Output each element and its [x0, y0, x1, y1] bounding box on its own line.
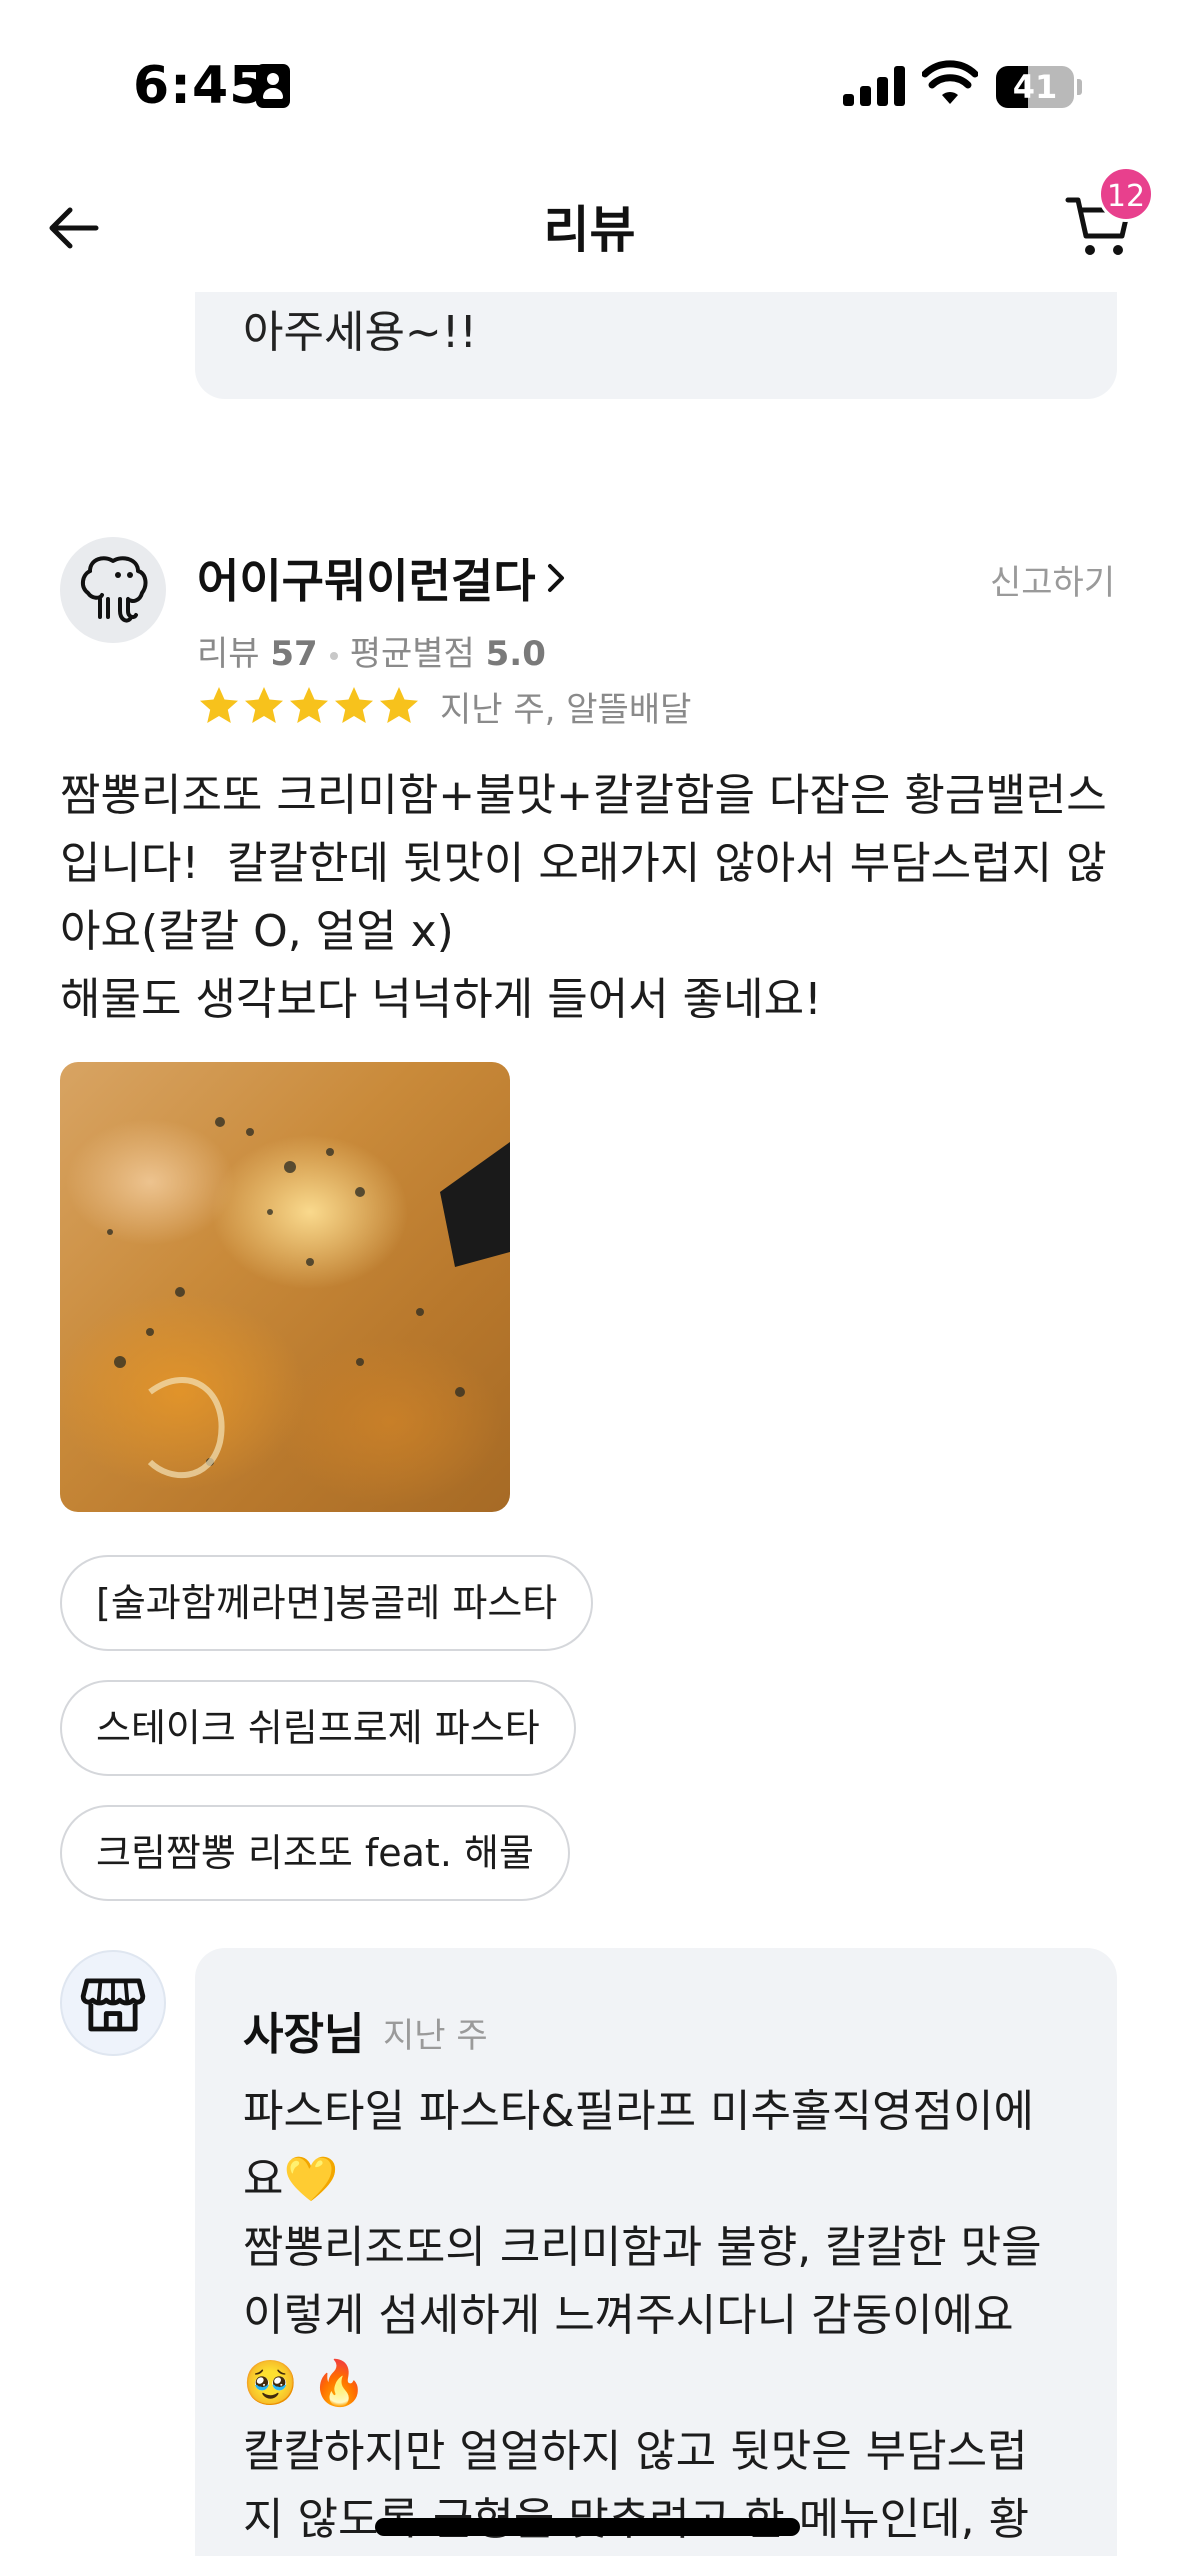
contact-card-icon [256, 64, 290, 108]
battery-icon: 41 [996, 66, 1074, 108]
owner-reply-bubble: 사장님 지난 주 파스타일 파스타&필라프 미추홀직영점이에 요💛 짬뽕리조또의… [195, 1948, 1117, 2556]
dot-separator [329, 651, 338, 660]
owner-name: 사장님 [243, 2009, 365, 2060]
star-icon [200, 687, 238, 723]
status-time: 6:45 [133, 56, 267, 116]
review-count: 57 [270, 634, 318, 674]
chevron-right-icon[interactable] [544, 560, 568, 596]
star-icon [245, 687, 283, 723]
review-count-label: 리뷰 [197, 634, 260, 674]
owner-reply-time: 지난 주 [383, 2016, 488, 2056]
previous-review-text: 아주세용~!! [243, 307, 478, 358]
wifi-icon [922, 60, 978, 104]
star-rating [197, 684, 422, 728]
nav-bar: 리뷰 [0, 160, 1179, 290]
reviewer-avatar[interactable] [60, 537, 166, 643]
ordered-menu-chip[interactable]: 스테이크 쉬림프로제 파스타 [60, 1680, 576, 1776]
star-icon [290, 687, 328, 723]
cart-count-badge: 12 [1098, 166, 1154, 222]
elephant-avatar-icon [81, 556, 148, 623]
food-photo-detail [107, 1117, 510, 1478]
star-icon [380, 687, 418, 723]
ordered-menu-chip[interactable]: 크림짬뽕 리조또 feat. 해물 [60, 1805, 570, 1901]
battery-level: 41 [1012, 68, 1058, 106]
rating-row: 지난 주, 알뜰배달 [197, 682, 691, 730]
owner-reply-text: 파스타일 파스타&필라프 미추홀직영점이에 요💛 짬뽕리조또의 크리미함과 불향… [243, 2086, 1042, 2545]
signal-icon [843, 66, 905, 106]
review-text: 짬뽕리조또 크리미함+불맛+칼칼함을 다잡은 황금밸런스 입니다! 칼칼한데 뒷… [60, 770, 1107, 1025]
status-bar: 6:45 41 [0, 0, 1179, 150]
avg-rating: 5.0 [485, 634, 546, 674]
star-icon [335, 687, 373, 723]
reviewer-name[interactable]: 어이구뭐이런걸다 [197, 545, 536, 611]
review-photo[interactable] [60, 1062, 510, 1512]
battery-tip [1077, 79, 1082, 95]
page-title: 리뷰 [543, 201, 636, 259]
redaction-mark [375, 2518, 800, 2536]
owner-avatar [60, 1950, 166, 2056]
report-button[interactable]: 신고하기 [990, 555, 1115, 604]
review-meta: 지난 주, 알뜰배달 [440, 689, 692, 730]
avg-rating-label: 평균별점 [349, 634, 475, 674]
ordered-menu-chip[interactable]: [술과함께라면]봉골레 파스타 [60, 1555, 594, 1651]
previous-review-bubble: 아주세용~!! [195, 292, 1117, 399]
store-icon [80, 1978, 146, 2032]
reviewer-stats: 리뷰 57 평균별점 5.0 [197, 626, 546, 675]
